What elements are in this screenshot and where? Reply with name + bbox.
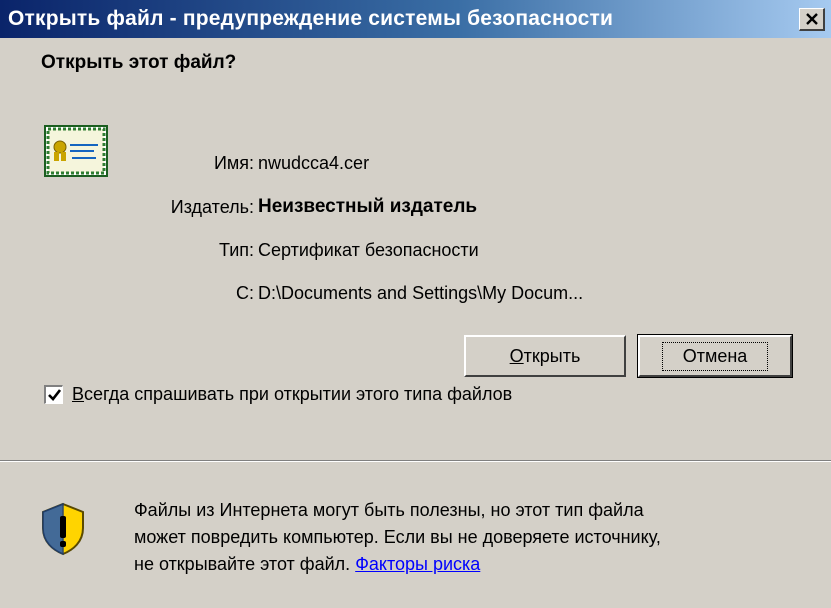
- name-label: Имя:: [213, 153, 254, 173]
- checkmark-icon: [47, 389, 61, 401]
- publisher-value: Неизвестный издатель: [258, 196, 478, 217]
- name-value: nwudcca4.cer: [258, 153, 370, 173]
- dialog-heading: Открыть этот файл?: [41, 52, 237, 73]
- close-icon: [805, 13, 818, 25]
- open-button-label: Открыть: [509, 345, 581, 366]
- cancel-button[interactable]: Отмена: [637, 334, 793, 378]
- from-value: D:\Documents and Settings\My Docum...: [258, 283, 584, 303]
- always-ask-label[interactable]: Всегда спрашивать при открытии этого тип…: [72, 384, 512, 405]
- from-label: С:: [236, 283, 254, 303]
- publisher-label: Издатель:: [170, 197, 254, 217]
- close-button[interactable]: [799, 8, 825, 31]
- risk-factors-link[interactable]: Факторы риска: [355, 554, 480, 574]
- title-bar[interactable]: Открыть файл - предупреждение системы бе…: [0, 0, 831, 38]
- open-button[interactable]: Открыть: [464, 335, 626, 377]
- shield-warning-icon: [42, 502, 84, 556]
- security-warning-dialog: Открыть файл - предупреждение системы бе…: [0, 0, 831, 608]
- window-title: Открыть файл - предупреждение системы бе…: [8, 7, 614, 30]
- separator-highlight: [0, 461, 831, 462]
- always-ask-checkbox[interactable]: [44, 385, 63, 404]
- cancel-button-label: Отмена: [661, 341, 769, 371]
- type-value: Сертификат безопасности: [258, 240, 479, 260]
- warning-text: Файлы из Интернета могут быть полезны, н…: [134, 500, 661, 574]
- type-label: Тип:: [218, 240, 254, 260]
